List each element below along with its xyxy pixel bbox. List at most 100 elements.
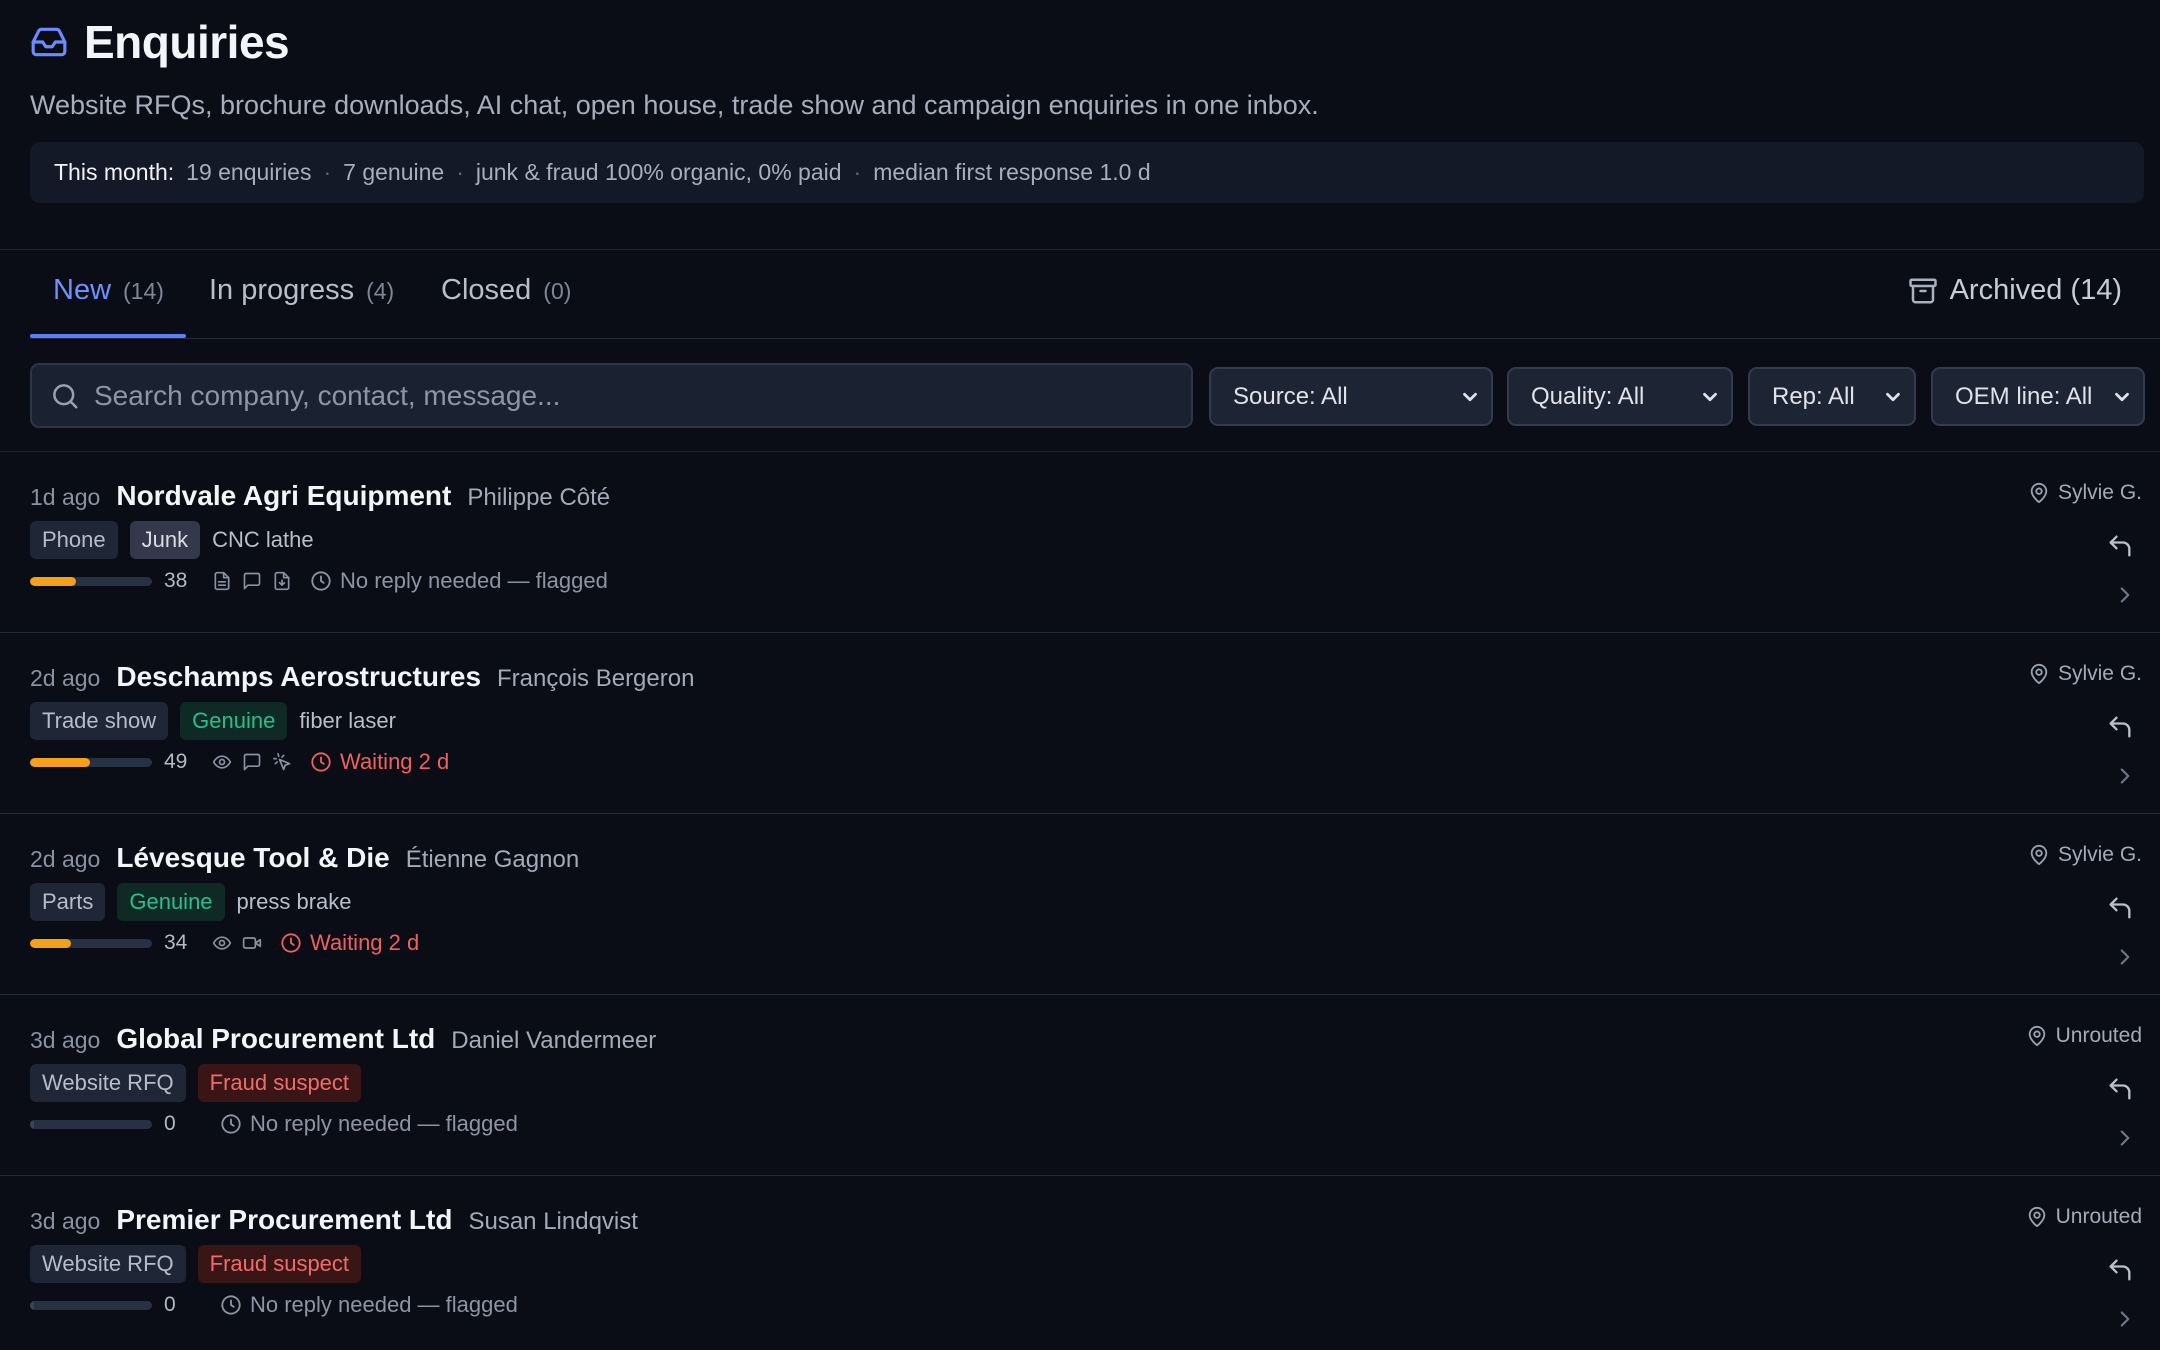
- map-pin-icon: [2028, 482, 2050, 504]
- eye-icon: [212, 933, 232, 953]
- quality-badge: Junk: [129, 521, 201, 559]
- divider: [30, 338, 2160, 339]
- score-bar-fill: [30, 757, 90, 767]
- score-bar-fill: [30, 1119, 34, 1129]
- enquiry-row[interactable]: 3d ago Premier Procurement Ltd Susan Lin…: [0, 1176, 2160, 1350]
- quality-badge: Fraud suspect: [197, 1064, 362, 1102]
- reply-icon[interactable]: [2106, 1075, 2134, 1103]
- archived-button[interactable]: Archived (14): [1908, 274, 2122, 307]
- contact-name: Philippe Côté: [467, 484, 611, 511]
- assigned-rep[interactable]: Sylvie G.: [2028, 843, 2142, 867]
- summary-label: This month:: [54, 159, 175, 185]
- assigned-rep[interactable]: Sylvie G.: [2028, 662, 2142, 686]
- quality-filter-value: Quality: All: [1531, 382, 1645, 410]
- archived-count: (14): [2070, 274, 2122, 306]
- summary-enquiries: 19 enquiries: [186, 159, 312, 185]
- product-line: press brake: [236, 889, 352, 914]
- response-status: Waiting 2 d: [310, 749, 449, 775]
- inbox-icon: [30, 23, 68, 61]
- score-bar: [30, 1119, 152, 1129]
- lead-score: 0: [164, 1293, 176, 1316]
- lead-score: 34: [164, 931, 188, 954]
- status-text: No reply needed — flagged: [340, 568, 608, 593]
- clock-icon: [280, 932, 302, 954]
- score-bar-fill: [30, 1300, 34, 1310]
- rep-filter[interactable]: Rep: All: [1748, 367, 1916, 426]
- summary-separator: ·: [323, 159, 332, 185]
- assigned-rep[interactable]: Unrouted: [2026, 1024, 2142, 1048]
- source-badge: Trade show: [30, 702, 169, 740]
- monthly-summary: This month: 19 enquiries · 7 genuine · j…: [30, 142, 2144, 203]
- click-icon: [272, 752, 292, 772]
- company-name[interactable]: Global Procurement Ltd: [116, 1023, 435, 1055]
- chevron-right-icon[interactable]: [2112, 763, 2138, 789]
- lead-score: 0: [164, 1112, 176, 1135]
- tab-count: (4): [366, 278, 395, 304]
- enquiry-age: 2d ago: [30, 846, 101, 872]
- enquiry-row[interactable]: 2d ago Deschamps Aerostructures François…: [0, 633, 2160, 814]
- document-icon: [212, 571, 232, 591]
- tab-label: New: [53, 274, 112, 306]
- company-name[interactable]: Lévesque Tool & Die: [116, 842, 389, 874]
- company-name[interactable]: Premier Procurement Ltd: [116, 1204, 452, 1236]
- chevron-right-icon[interactable]: [2112, 944, 2138, 970]
- tab-count: (0): [543, 278, 572, 304]
- search-box[interactable]: [30, 363, 1193, 428]
- rep-name: Unrouted: [2055, 1024, 2142, 1047]
- enquiry-row[interactable]: 3d ago Global Procurement Ltd Daniel Van…: [0, 995, 2160, 1176]
- contact-name: Susan Lindqvist: [468, 1208, 638, 1235]
- page-title: Enquiries: [84, 16, 290, 68]
- oem-line-filter-value: OEM line: All: [1955, 382, 2093, 410]
- contact-name: Étienne Gagnon: [405, 846, 580, 873]
- oem-line-filter[interactable]: OEM line: All: [1931, 367, 2145, 426]
- assigned-rep[interactable]: Sylvie G.: [2028, 481, 2142, 505]
- divider: [0, 249, 2160, 250]
- video-icon: [242, 933, 262, 953]
- score-bar: [30, 1300, 152, 1310]
- score-bar-fill: [30, 576, 77, 586]
- chevron-right-icon[interactable]: [2112, 582, 2138, 608]
- reply-icon[interactable]: [2106, 894, 2134, 922]
- map-pin-icon: [2028, 663, 2050, 685]
- archive-icon: [1908, 276, 1938, 306]
- clock-icon: [310, 570, 332, 592]
- tab-new[interactable]: New (14): [53, 274, 164, 314]
- response-status: No reply needed — flagged: [220, 1292, 518, 1318]
- tab-count: (14): [123, 278, 164, 304]
- tab-in-progress[interactable]: In progress (4): [209, 274, 394, 314]
- page-subtitle: Website RFQs, brochure downloads, AI cha…: [30, 90, 1319, 120]
- source-badge: Website RFQ: [30, 1245, 186, 1283]
- enquiry-age: 3d ago: [30, 1027, 101, 1053]
- rep-name: Sylvie G.: [2057, 662, 2142, 685]
- rep-name: Sylvie G.: [2057, 481, 2142, 504]
- contact-name: Daniel Vandermeer: [451, 1027, 657, 1054]
- reply-icon[interactable]: [2106, 1256, 2134, 1284]
- clock-icon: [220, 1113, 242, 1135]
- source-filter[interactable]: Source: All: [1209, 367, 1493, 426]
- reply-icon[interactable]: [2106, 713, 2134, 741]
- response-status: No reply needed — flagged: [220, 1111, 518, 1137]
- tab-closed[interactable]: Closed (0): [441, 274, 571, 314]
- lead-score: 49: [164, 750, 188, 773]
- archived-label: Archived: [1949, 274, 2063, 306]
- source-badge: Phone: [30, 521, 118, 559]
- map-pin-icon: [2026, 1025, 2048, 1047]
- enquiry-row[interactable]: 2d ago Lévesque Tool & Die Étienne Gagno…: [0, 814, 2160, 995]
- response-status: No reply needed — flagged: [310, 568, 608, 594]
- company-name[interactable]: Deschamps Aerostructures: [116, 661, 481, 693]
- source-filter-value: Source: All: [1233, 382, 1348, 410]
- chevron-down-icon: [1699, 386, 1721, 408]
- reply-icon[interactable]: [2106, 532, 2134, 560]
- chevron-right-icon[interactable]: [2112, 1306, 2138, 1332]
- quality-filter[interactable]: Quality: All: [1507, 367, 1733, 426]
- map-pin-icon: [2028, 844, 2050, 866]
- assigned-rep[interactable]: Unrouted: [2026, 1205, 2142, 1229]
- chevron-right-icon[interactable]: [2112, 1125, 2138, 1151]
- lead-score: 38: [164, 569, 188, 592]
- enquiry-row[interactable]: 1d ago Nordvale Agri Equipment Philippe …: [0, 452, 2160, 633]
- clock-icon: [220, 1294, 242, 1316]
- search-input[interactable]: [94, 379, 1191, 412]
- summary-junk: junk & fraud 100% organic, 0% paid: [475, 159, 842, 185]
- company-name[interactable]: Nordvale Agri Equipment: [116, 480, 451, 512]
- rep-name: Unrouted: [2055, 1205, 2142, 1228]
